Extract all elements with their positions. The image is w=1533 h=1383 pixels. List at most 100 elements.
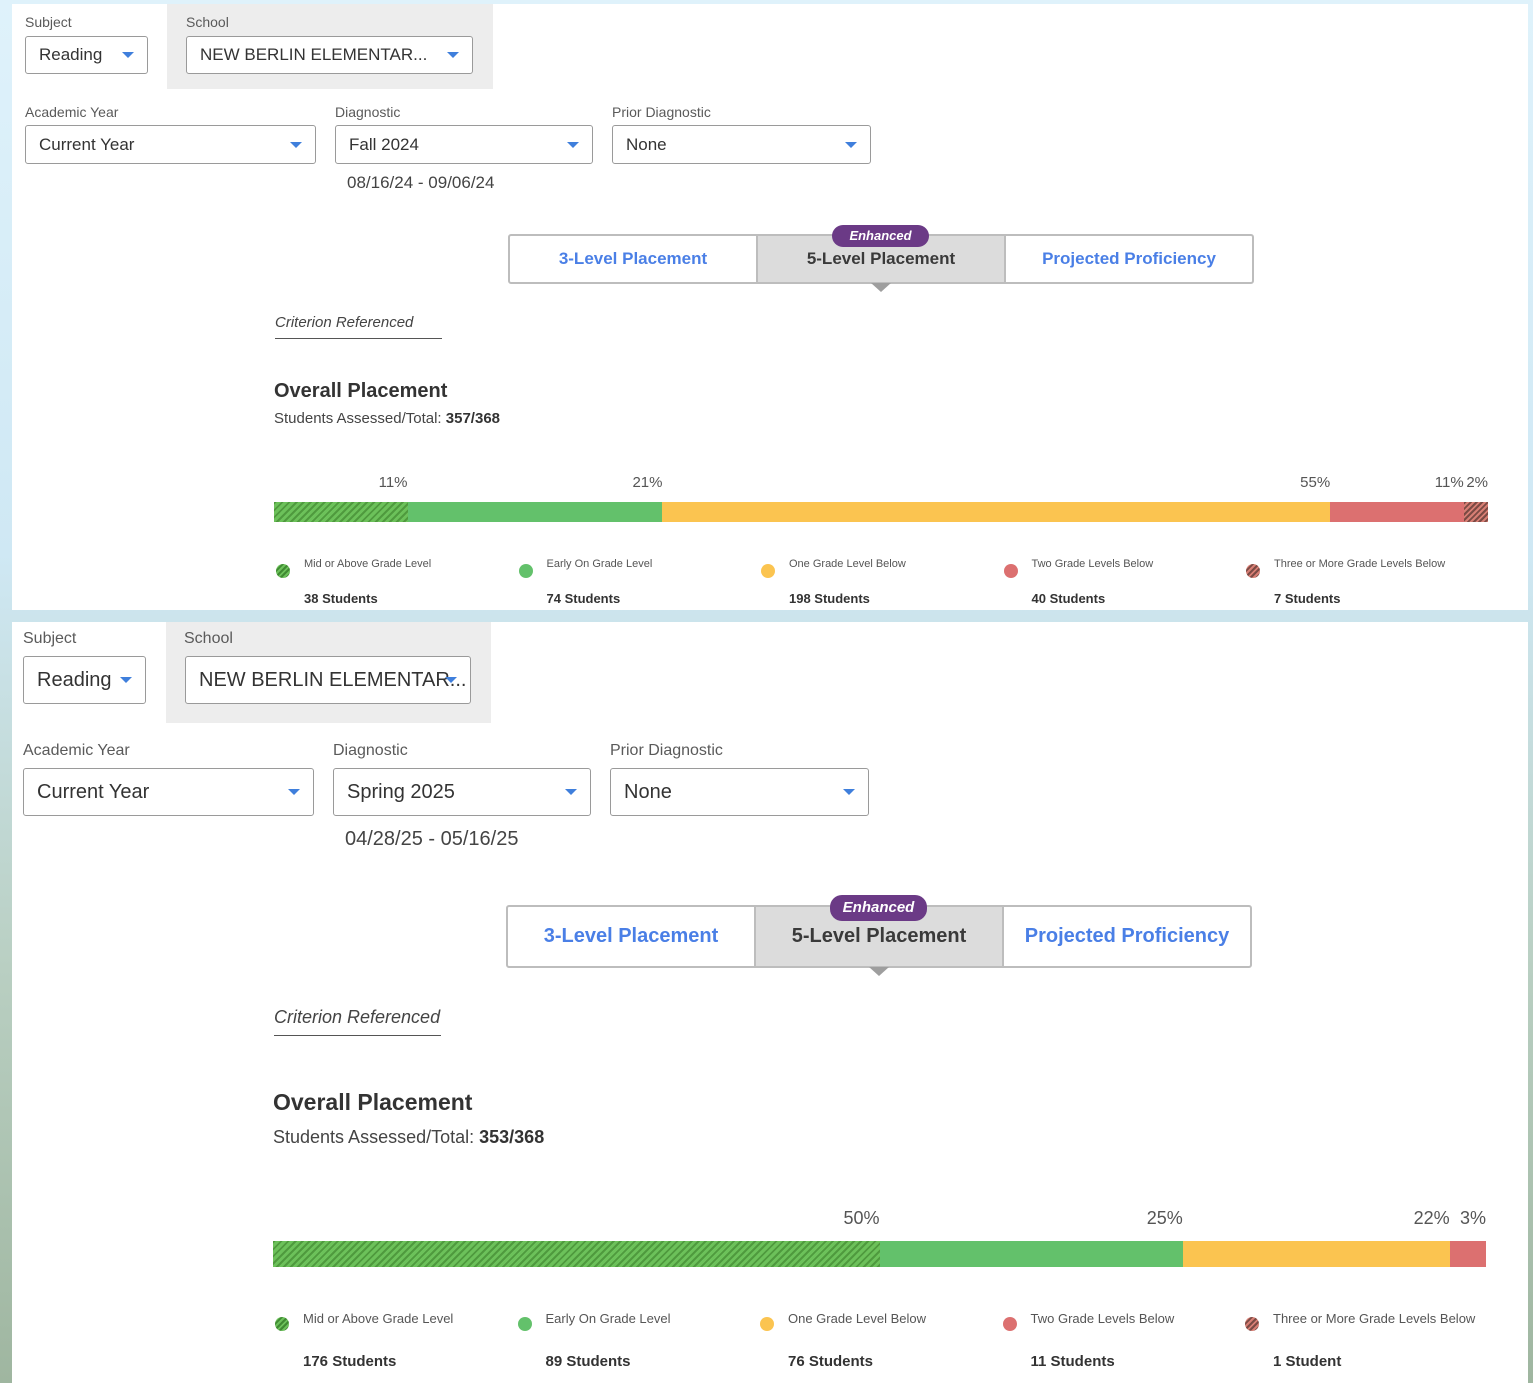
legend-swatch-icon [1245, 1317, 1259, 1331]
legend-label: One Grade Level Below [788, 1311, 927, 1326]
legend-swatch-icon [760, 1317, 774, 1331]
report-panel-fall: Subject Reading School NEW BERLIN ELEMEN… [12, 4, 1528, 610]
prior-diagnostic-value: None [626, 134, 667, 154]
school-dropdown[interactable]: NEW BERLIN ELEMENTAR... [186, 36, 473, 74]
diagnostic-dropdown[interactable]: Fall 2024 [335, 125, 593, 164]
legend-count: 198 Students [789, 591, 870, 606]
bar-segment-three-or-more-below[interactable] [1463, 502, 1488, 522]
legend-count: 176 Students [303, 1353, 397, 1370]
chevron-down-icon [445, 677, 457, 683]
overall-placement-title: Overall Placement [274, 380, 448, 402]
percent-label-mid-or-above: 50% [843, 1208, 880, 1228]
legend-swatch-icon [275, 1317, 289, 1331]
bar-segment-early-on[interactable] [879, 1241, 1183, 1267]
students-assessed-value: 353/368 [479, 1127, 545, 1147]
diagnostic-label: Diagnostic [335, 104, 401, 120]
legend-item-early-on: Early On Grade Level 89 Students [517, 1311, 763, 1371]
legend-item-three-or-more-below: Three or More Grade Levels Below 1 Studen… [1245, 1311, 1490, 1371]
legend-count: 1 Student [1273, 1353, 1342, 1370]
chevron-down-icon [120, 677, 132, 683]
legend-swatch-icon [1003, 564, 1018, 578]
legend-label: Three or More Grade Levels Below [1273, 1311, 1476, 1326]
placement-bar [273, 1241, 1486, 1267]
school-label: School [184, 630, 233, 647]
chevron-down-icon [288, 789, 300, 795]
legend-label: Mid or Above Grade Level [304, 558, 432, 570]
school-label: School [186, 14, 229, 30]
subject-value: Reading [39, 45, 103, 64]
bar-segment-two-below[interactable] [1330, 502, 1464, 522]
legend-label: Two Grade Levels Below [1030, 1311, 1175, 1326]
subject-value: Reading [37, 668, 112, 691]
diagnostic-date-range: 04/28/25 - 05/16/25 [345, 828, 519, 850]
tab-3-level-placement[interactable]: 3-Level Placement [508, 907, 754, 966]
academic-year-dropdown[interactable]: Current Year [23, 768, 314, 816]
tab-projected-proficiency[interactable]: Projected Proficiency [1004, 236, 1252, 282]
chevron-down-icon [447, 52, 459, 58]
percent-label-two-below: 3% [1459, 1208, 1486, 1228]
percent-label-early-on: 21% [632, 474, 663, 491]
legend-label: Two Grade Levels Below [1031, 558, 1154, 570]
academic-year-label: Academic Year [23, 742, 130, 759]
bar-segment-mid-or-above[interactable] [274, 502, 408, 522]
diagnostic-value: Fall 2024 [349, 134, 419, 154]
legend-item-two-below: Two Grade Levels Below 11 Students [1002, 1311, 1248, 1371]
academic-year-value: Current Year [39, 134, 135, 154]
academic-year-dropdown[interactable]: Current Year [25, 125, 316, 164]
chevron-down-icon [565, 789, 577, 795]
percent-label-mid-or-above: 11% [378, 474, 408, 491]
legend-label: Early On Grade Level [545, 1311, 671, 1326]
active-tab-pointer-icon [869, 967, 889, 976]
school-dropdown[interactable]: NEW BERLIN ELEMENTAR... [185, 656, 471, 704]
prior-diagnostic-dropdown[interactable]: None [612, 125, 871, 164]
subject-label: Subject [23, 630, 77, 647]
tab-projected-proficiency[interactable]: Projected Proficiency [1002, 907, 1250, 966]
chevron-down-icon [845, 141, 857, 148]
tab-3-level-placement[interactable]: 3-Level Placement [510, 236, 756, 282]
legend-item-two-below: Two Grade Levels Below 40 Students [1003, 558, 1249, 606]
legend-count: 89 Students [545, 1353, 631, 1370]
bar-segment-two-below[interactable] [1449, 1241, 1486, 1267]
bar-segment-early-on[interactable] [407, 502, 663, 522]
legend-swatch-icon [761, 564, 775, 578]
diagnostic-date-range: 08/16/24 - 09/06/24 [347, 173, 495, 192]
legend-count: 11 Students [1030, 1353, 1115, 1370]
legend-count: 38 Students [304, 591, 378, 606]
school-value: NEW BERLIN ELEMENTAR... [200, 45, 428, 64]
prior-diagnostic-label: Prior Diagnostic [612, 104, 711, 120]
students-assessed-label: Students Assessed/Total: [274, 410, 442, 427]
enhanced-badge: Enhanced [832, 225, 929, 247]
legend-item-one-below: One Grade Level Below 198 Students [761, 558, 1006, 606]
bar-segment-mid-or-above[interactable] [273, 1241, 880, 1267]
legend-label: Three or More Grade Levels Below [1274, 558, 1446, 570]
prior-diagnostic-value: None [624, 780, 672, 803]
subject-dropdown[interactable]: Reading [23, 656, 146, 704]
legend-label: One Grade Level Below [789, 558, 906, 570]
percent-label-one-below: 55% [1300, 474, 1331, 491]
diagnostic-dropdown[interactable]: Spring 2025 [333, 768, 591, 816]
legend-count: 74 Students [546, 591, 621, 606]
criterion-referenced-link[interactable]: Criterion Referenced [275, 314, 442, 339]
legend-item-mid-or-above: Mid or Above Grade Level 176 Students [275, 1311, 520, 1371]
legend-swatch-icon [1002, 1317, 1017, 1331]
bar-segment-one-below[interactable] [662, 502, 1331, 522]
legend-item-three-or-more-below: Three or More Grade Levels Below 7 Studen… [1246, 558, 1491, 606]
tab-5-level-label: 5-Level Placement [806, 249, 956, 268]
chevron-down-icon [122, 52, 134, 58]
bar-segment-one-below[interactable] [1182, 1241, 1450, 1267]
legend-count: 40 Students [1031, 591, 1106, 606]
subject-dropdown[interactable]: Reading [25, 36, 148, 74]
academic-year-value: Current Year [37, 780, 150, 803]
report-panel-spring: Subject Reading School NEW BERLIN ELEMEN… [12, 622, 1528, 1383]
placement-bar [274, 502, 1488, 522]
prior-diagnostic-dropdown[interactable]: None [610, 768, 869, 816]
criterion-referenced-link[interactable]: Criterion Referenced [274, 1007, 441, 1036]
percent-label-three-or-more-below: 2% [1466, 474, 1488, 491]
legend-swatch-icon [518, 564, 533, 578]
prior-diagnostic-label: Prior Diagnostic [610, 742, 723, 759]
active-tab-pointer-icon [871, 283, 891, 292]
students-assessed-label: Students Assessed/Total: [273, 1127, 475, 1147]
overall-placement-title: Overall Placement [273, 1089, 473, 1115]
legend-count: 76 Students [788, 1353, 874, 1370]
subject-label: Subject [25, 14, 72, 30]
